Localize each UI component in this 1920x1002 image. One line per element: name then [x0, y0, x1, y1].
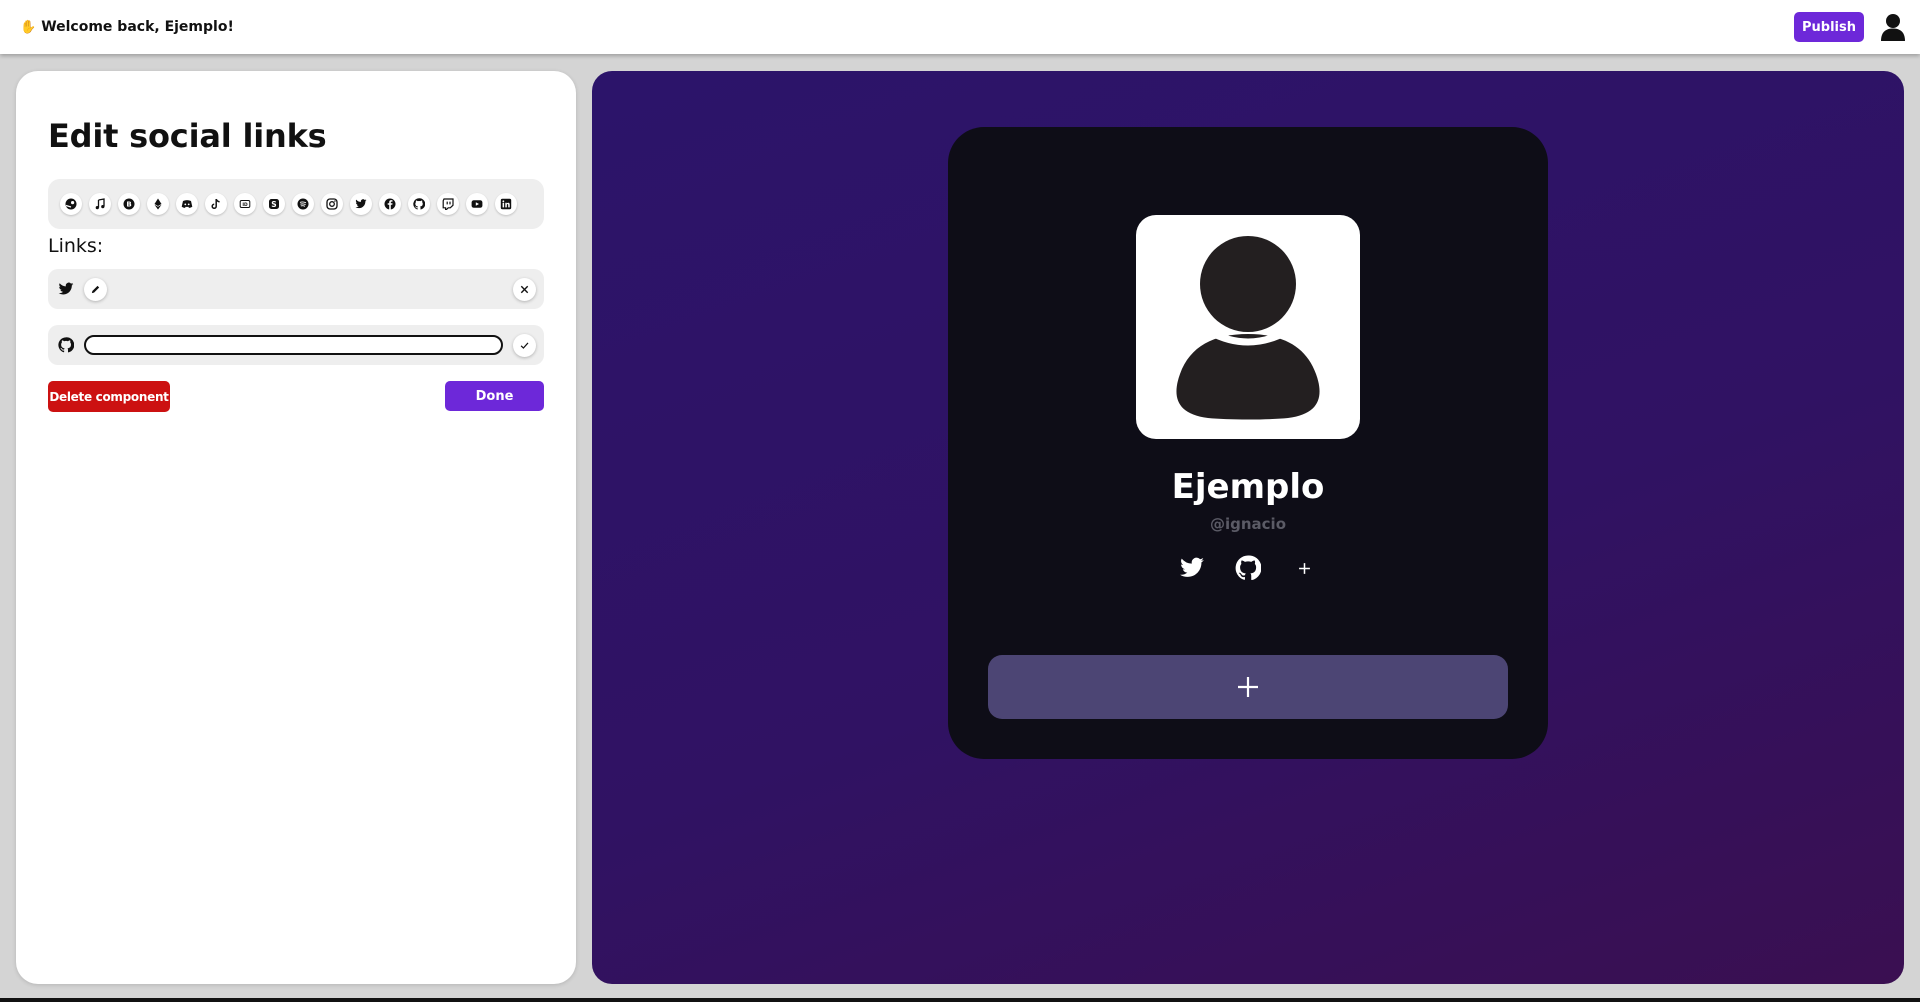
youtube-icon[interactable]: [466, 193, 488, 215]
signal-icon[interactable]: ID: [234, 193, 256, 215]
profile-social-links: [948, 555, 1548, 581]
github-icon[interactable]: [1235, 555, 1261, 581]
welcome-text: Welcome back, Ejemplo!: [41, 19, 234, 35]
editor-actions: Delete component Done: [48, 381, 544, 412]
social-links-editor: Edit social links B ID S Links: Delete c…: [16, 71, 576, 984]
user-placeholder-icon: [1176, 236, 1320, 420]
steam-icon[interactable]: [60, 193, 82, 215]
profile-handle: @ignacio: [1209, 515, 1287, 533]
publish-button[interactable]: Publish: [1794, 12, 1864, 42]
svg-text:S: S: [271, 200, 276, 209]
link-row-twitter: [48, 269, 544, 309]
skype-icon[interactable]: S: [263, 193, 285, 215]
links-label: Links:: [48, 235, 104, 257]
link-row-github: [48, 325, 544, 365]
profile-card: Ejemplo @ignacio: [948, 127, 1548, 759]
spotify-icon[interactable]: [292, 193, 314, 215]
waving-hand-icon: ✋: [20, 19, 37, 35]
edit-link-button[interactable]: [84, 277, 107, 301]
add-component-button[interactable]: [988, 655, 1508, 719]
confirm-link-button[interactable]: [513, 333, 536, 357]
social-icon-picker: B ID S: [48, 179, 544, 229]
instagram-icon[interactable]: [321, 193, 343, 215]
editor-title: Edit social links: [48, 117, 327, 155]
linkedin-icon[interactable]: [495, 193, 517, 215]
facebook-icon[interactable]: [379, 193, 401, 215]
welcome-message: ✋ Welcome back, Ejemplo!: [20, 19, 234, 35]
top-bar: ✋ Welcome back, Ejemplo! Publish: [0, 0, 1920, 54]
discord-icon[interactable]: [176, 193, 198, 215]
avatar[interactable]: [1136, 215, 1360, 439]
delete-component-button[interactable]: Delete component: [48, 381, 170, 412]
twitter-icon: [58, 281, 74, 297]
twitter-icon[interactable]: [350, 193, 372, 215]
profile-preview-canvas: Ejemplo @ignacio: [592, 71, 1904, 984]
twitter-icon[interactable]: [1179, 555, 1205, 581]
svg-text:ID: ID: [242, 202, 248, 208]
user-avatar-icon[interactable]: [1880, 13, 1906, 41]
svg-text:B: B: [126, 201, 131, 209]
twitch-icon[interactable]: [437, 193, 459, 215]
done-button[interactable]: Done: [445, 381, 544, 411]
window-bottom-edge: [0, 998, 1920, 1002]
profile-name: Ejemplo: [1171, 467, 1325, 507]
add-social-link-plus-icon[interactable]: [1291, 555, 1317, 581]
music-icon[interactable]: [89, 193, 111, 215]
remove-link-button[interactable]: [513, 277, 536, 301]
github-icon[interactable]: [408, 193, 430, 215]
github-icon: [58, 337, 74, 353]
ethereum-icon[interactable]: [147, 193, 169, 215]
plus-icon: [1238, 677, 1258, 697]
github-url-input[interactable]: [84, 335, 503, 355]
bitcoin-icon[interactable]: B: [118, 193, 140, 215]
tiktok-icon[interactable]: [205, 193, 227, 215]
